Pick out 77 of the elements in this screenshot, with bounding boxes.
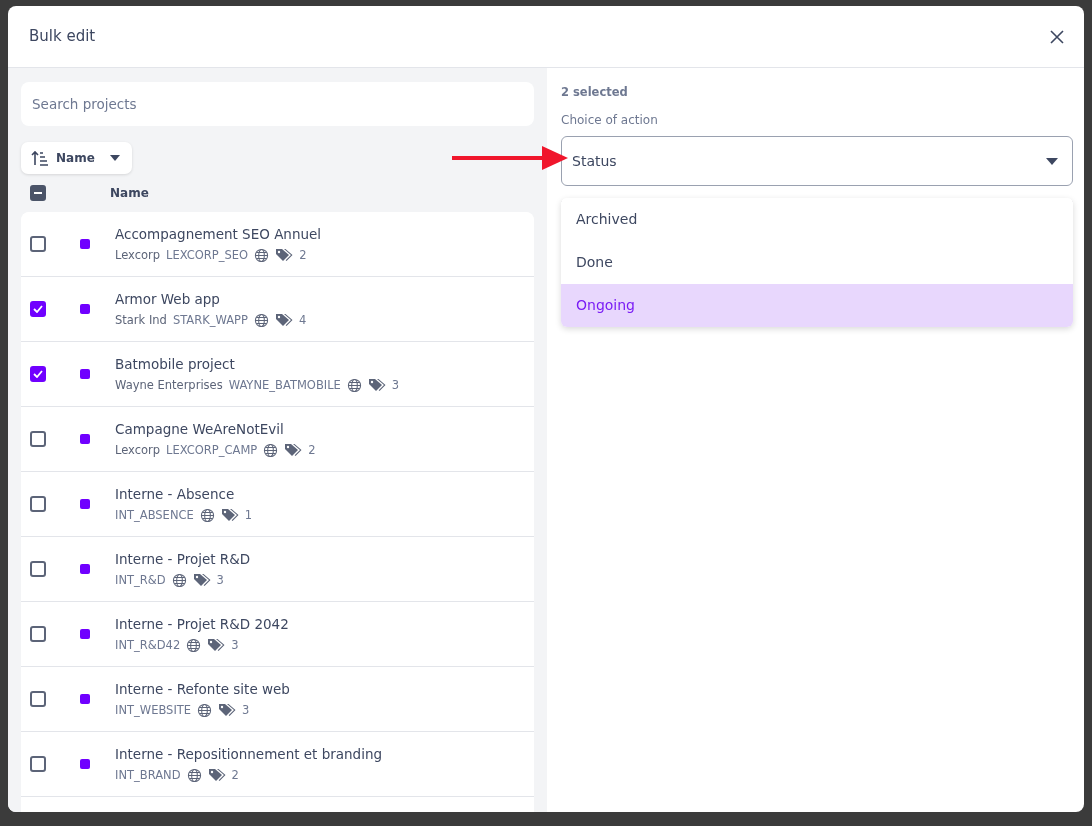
globe-icon [254, 247, 270, 263]
tag-count: 2 [231, 766, 239, 784]
tag-count: 3 [231, 636, 239, 654]
tag-count: 3 [391, 376, 400, 394]
column-header: Name [110, 185, 149, 202]
client-name: Lexcorp [115, 441, 161, 459]
project-code: STARK_WAPP [172, 311, 248, 329]
tag-icon [218, 703, 237, 718]
tag-count: 3 [216, 571, 224, 589]
project-name: Interne - Absence [115, 485, 236, 505]
client-name: Stark Ind [115, 311, 167, 329]
checkbox[interactable] [30, 236, 46, 252]
globe-icon [253, 312, 269, 328]
checkbox[interactable] [30, 366, 46, 382]
globe-icon [197, 702, 213, 718]
tag-count: 1 [244, 506, 253, 524]
project-name: Batmobile project [115, 355, 236, 375]
dropdown-option[interactable]: Archived [561, 198, 1073, 241]
tag-count: 3 [242, 701, 250, 719]
check-icon [33, 305, 43, 313]
select-all-checkbox[interactable] [30, 185, 46, 201]
tag-count: 2 [299, 246, 307, 264]
project-name: Campagne WeAreNotEvil [115, 420, 285, 440]
caret-icon [109, 155, 120, 161]
project-name: Interne - Projet R&D 2042 [115, 615, 289, 635]
tag-icon [367, 378, 386, 393]
tag-icon [207, 638, 226, 653]
tag-count: 2 [308, 441, 316, 459]
close-icon[interactable] [1050, 29, 1064, 44]
dialog-title: Bulk edit [29, 26, 96, 48]
globe-icon [199, 507, 215, 523]
tag-icon [274, 313, 293, 328]
globe-icon [186, 637, 202, 653]
globe-icon [171, 572, 187, 588]
check-icon [33, 370, 43, 378]
checkbox[interactable] [30, 496, 46, 512]
arrow-icon [452, 145, 568, 171]
client-name: Wayne Enterprises [115, 376, 223, 394]
minus-icon [34, 192, 42, 194]
project-name: Interne - Projet R&D [115, 550, 251, 570]
project-code: WAYNE_BATMOBILE [228, 376, 341, 394]
checkbox[interactable] [30, 691, 46, 707]
checkbox[interactable] [30, 626, 46, 642]
client-name: Lexcorp [115, 246, 161, 264]
dropdown-option[interactable]: Done [561, 241, 1073, 284]
globe-icon [186, 767, 202, 783]
project-name: Armor Web app [115, 290, 221, 310]
sort-button[interactable]: Name [21, 142, 132, 174]
globe-icon [346, 377, 362, 393]
tag-icon [220, 508, 239, 523]
project-name: Interne - Refonte site web [115, 680, 290, 700]
caret-icon [1046, 157, 1058, 165]
dropdown-option[interactable]: Ongoing [561, 284, 1073, 327]
field-label: Choice of action [561, 112, 659, 130]
action-select[interactable]: Status [561, 136, 1073, 187]
tag-icon [275, 248, 294, 263]
project-code: LEXCORP_CAMP [166, 441, 258, 459]
tag-icon [284, 443, 303, 458]
project-code: INT_ABSENCE [115, 506, 194, 524]
project-name: Interne - Repositionnement et branding [115, 745, 383, 765]
sort-icon [31, 150, 49, 166]
project-code: LEXCORP_SEO [166, 246, 249, 264]
project-code: INT_R&D [115, 571, 166, 589]
search-field[interactable]: Search projects [21, 82, 534, 126]
project-code: INT_WEBSITE [115, 701, 192, 719]
tag-icon [207, 768, 226, 783]
tag-count: 4 [298, 311, 307, 329]
checkbox[interactable] [30, 561, 46, 577]
selection-count: 2 selected [561, 84, 629, 101]
project-code: INT_R&D42 [115, 636, 181, 654]
globe-icon [263, 442, 279, 458]
tag-icon [192, 573, 211, 588]
checkbox[interactable] [30, 756, 46, 772]
project-name: Accompagnement SEO Annuel [115, 225, 322, 245]
project-code: INT_BRAND [115, 766, 181, 784]
checkbox[interactable] [30, 431, 46, 447]
checkbox[interactable] [30, 301, 46, 317]
